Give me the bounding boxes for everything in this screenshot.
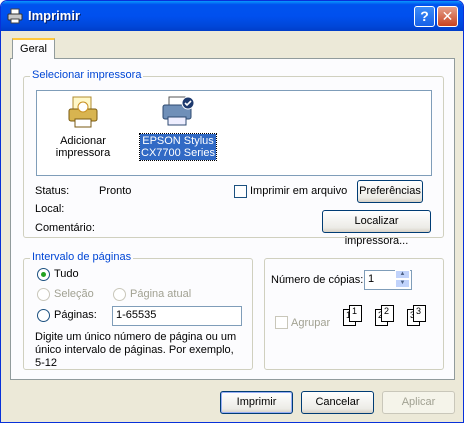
printer-icon [162,96,195,126]
pages-input[interactable]: 1-65535 [112,306,242,326]
copies-group: Número de cópias: 1 ▲ ▼ Agrupar 1 1 2 2 … [264,258,444,370]
current-page-label[interactable]: Página atual [130,288,191,300]
printer-item-epson[interactable]: EPSON Stylus CX7700 Series [135,95,221,161]
comment-label: Comentário: [35,222,95,234]
select-printer-group: Selecionar impressora Adicionar impressor… [23,69,444,247]
copies-spinner[interactable]: ▲ ▼ [395,270,410,289]
printer-list[interactable]: Adicionar impressora EPSON Stylus CX7700 S… [36,90,432,176]
all-pages-radio[interactable] [37,268,50,281]
title-bar[interactable]: Imprimir ? ✕ [1,1,463,31]
collate-label[interactable]: Agrupar [291,317,330,329]
find-printer-button[interactable]: Localizar impressora... [322,210,431,247]
location-label: Local: [35,203,65,215]
current-page-radio[interactable] [113,288,126,301]
print-to-file-label[interactable]: Imprimir em arquivo [250,185,347,197]
pages-label[interactable]: Páginas: [54,309,97,321]
pages-radio[interactable] [37,309,50,322]
print-to-file-checkbox[interactable] [234,185,247,198]
print-dialog: Imprimir ? ✕ Geral Selecionar impressora… [0,0,464,423]
close-button[interactable]: ✕ [437,6,458,27]
collate-checkbox[interactable] [275,316,288,329]
add-printer-item[interactable]: Adicionar impressora [47,95,119,160]
select-printer-label: Selecionar impressora [30,69,144,81]
status-label: Status: [35,185,70,197]
all-pages-label[interactable]: Tudo [54,268,79,280]
tab-panel: Selecionar impressora Adicionar impressor… [10,58,455,380]
copies-label: Número de cópias: [271,274,364,286]
add-printer-icon [68,96,98,128]
printer-label-selected: EPSON Stylus CX7700 Series [139,133,217,161]
selection-radio[interactable] [37,288,50,301]
window-title: Imprimir [28,8,81,23]
preferences-button[interactable]: Preferências [357,180,423,203]
tab-general[interactable]: Geral [12,38,55,59]
selection-label[interactable]: Seleção [54,288,94,300]
help-button[interactable]: ? [414,6,435,27]
page-range-hint: Digite um único número de página ou um ún… [35,331,237,369]
status-value: Pronto [99,185,132,197]
page-range-group: Intervalo de páginas Tudo Seleção Página… [23,251,253,370]
printer-icon [7,8,23,24]
add-printer-label: Adicionar impressora [55,135,111,159]
cancel-button[interactable]: Cancelar [301,391,374,414]
apply-button[interactable]: Aplicar [382,391,455,414]
print-button[interactable]: Imprimir [220,391,293,414]
spin-down-icon[interactable]: ▼ [395,279,410,288]
page-range-label: Intervalo de páginas [30,251,134,263]
spin-up-icon[interactable]: ▲ [395,270,410,279]
